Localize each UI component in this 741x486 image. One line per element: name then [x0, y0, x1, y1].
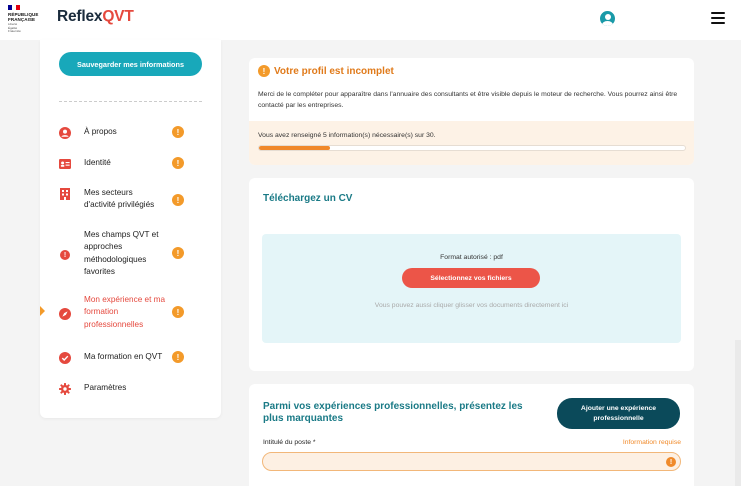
- required-info-label: Information requise: [622, 439, 681, 446]
- page-scrollbar[interactable]: [735, 340, 741, 486]
- cv-upload-card: Téléchargez un CV Format autorisé : pdf …: [249, 178, 694, 371]
- sidebar-item-label: À propos: [84, 127, 117, 136]
- sidebar-item-identite[interactable]: Identité !: [58, 157, 208, 171]
- sidebar-item-label: Mes secteurs d'activité privilégiés: [84, 188, 155, 210]
- warning-icon: !: [258, 65, 270, 77]
- sidebar-divider: [59, 101, 202, 102]
- profile-incomplete-heading: Votre profil est incomplet: [274, 65, 394, 77]
- sidebar-item-label: Ma formation en QVT: [84, 352, 163, 361]
- alert-circle-icon: !: [58, 248, 72, 262]
- hamburger-menu-icon[interactable]: [711, 12, 725, 24]
- gov-logo-motto: Liberté Égalité Fraternité: [8, 22, 21, 33]
- brand-logo[interactable]: ReflexQVT: [57, 8, 134, 26]
- sidebar-item-experience[interactable]: Mon expérience et ma formation professio…: [58, 294, 208, 331]
- user-circle-icon: [58, 126, 72, 140]
- warning-icon: !: [172, 351, 184, 363]
- sidebar-item-label: Mes champs QVT et approches méthodologiq…: [84, 230, 159, 276]
- sidebar-item-label: Identité: [84, 158, 111, 167]
- experience-card: Parmi vos expériences professionnelles, …: [249, 384, 694, 486]
- sidebar-item-champs-qvt[interactable]: ! Mes champs QVT et approches méthodolog…: [58, 229, 208, 278]
- progress-bar: [258, 145, 686, 151]
- cv-drop-hint: Vous pouvez aussi cliquer glisser vos do…: [374, 302, 569, 309]
- sidebar-item-a-propos[interactable]: À propos !: [58, 126, 208, 140]
- job-title-input[interactable]: [262, 452, 681, 471]
- active-item-marker: [40, 306, 45, 316]
- warning-icon: !: [172, 126, 184, 138]
- warning-icon: !: [172, 194, 184, 206]
- cv-format-text: Format autorisé : pdf: [440, 254, 503, 261]
- add-experience-button[interactable]: Ajouter une expérience professionnelle: [557, 398, 680, 429]
- job-title-label: Intitulé du poste *: [263, 439, 316, 446]
- profile-description: Merci de le compléter pour apparaître da…: [258, 91, 678, 109]
- sidebar-item-label: Paramètres: [84, 383, 127, 392]
- warning-icon: !: [172, 247, 184, 259]
- warning-icon: !: [172, 306, 184, 318]
- sidebar-item-label: Mon expérience et ma formation professio…: [84, 295, 166, 329]
- profile-sidebar: Sauvegarder mes informations À propos ! …: [40, 40, 221, 418]
- save-info-button[interactable]: Sauvegarder mes informations: [59, 52, 202, 76]
- profile-incomplete-title: ! Votre profil est incomplet: [258, 65, 394, 77]
- gear-icon: [58, 382, 72, 396]
- progress-section: Vous avez renseigné 5 information(s) néc…: [249, 121, 694, 165]
- check-circle-icon: [58, 351, 72, 365]
- compass-icon: [58, 307, 72, 321]
- sidebar-item-parametres[interactable]: Paramètres: [58, 382, 208, 396]
- warning-icon: !: [172, 157, 184, 169]
- brand-name-part2: QVT: [102, 8, 134, 25]
- cv-dropzone[interactable]: Format autorisé : pdf Sélectionnez vos f…: [262, 234, 681, 343]
- sidebar-item-formation-qvt[interactable]: Ma formation en QVT !: [58, 351, 208, 365]
- profile-incomplete-card: ! Votre profil est incomplet Merci de le…: [249, 58, 694, 165]
- id-card-icon: [58, 157, 72, 171]
- select-files-button[interactable]: Sélectionnez vos fichiers: [402, 268, 540, 288]
- cv-upload-title: Téléchargez un CV: [263, 193, 353, 204]
- brand-name-part1: Reflex: [57, 8, 103, 25]
- experience-title: Parmi vos expériences professionnelles, …: [263, 401, 523, 424]
- republique-francaise-logo[interactable]: RÉPUBLIQUE FRANÇAISE Liberté Égalité Fra…: [8, 5, 42, 35]
- user-circle-icon[interactable]: [600, 11, 615, 26]
- french-flag-icon: [8, 5, 20, 10]
- progress-bar-fill: [259, 146, 331, 150]
- sidebar-item-secteurs[interactable]: Mes secteurs d'activité privilégiés !: [58, 187, 208, 212]
- top-header: RÉPUBLIQUE FRANÇAISE Liberté Égalité Fra…: [0, 0, 741, 40]
- building-icon: [58, 187, 72, 201]
- progress-text: Vous avez renseigné 5 information(s) néc…: [258, 132, 436, 139]
- warning-icon: !: [666, 457, 676, 467]
